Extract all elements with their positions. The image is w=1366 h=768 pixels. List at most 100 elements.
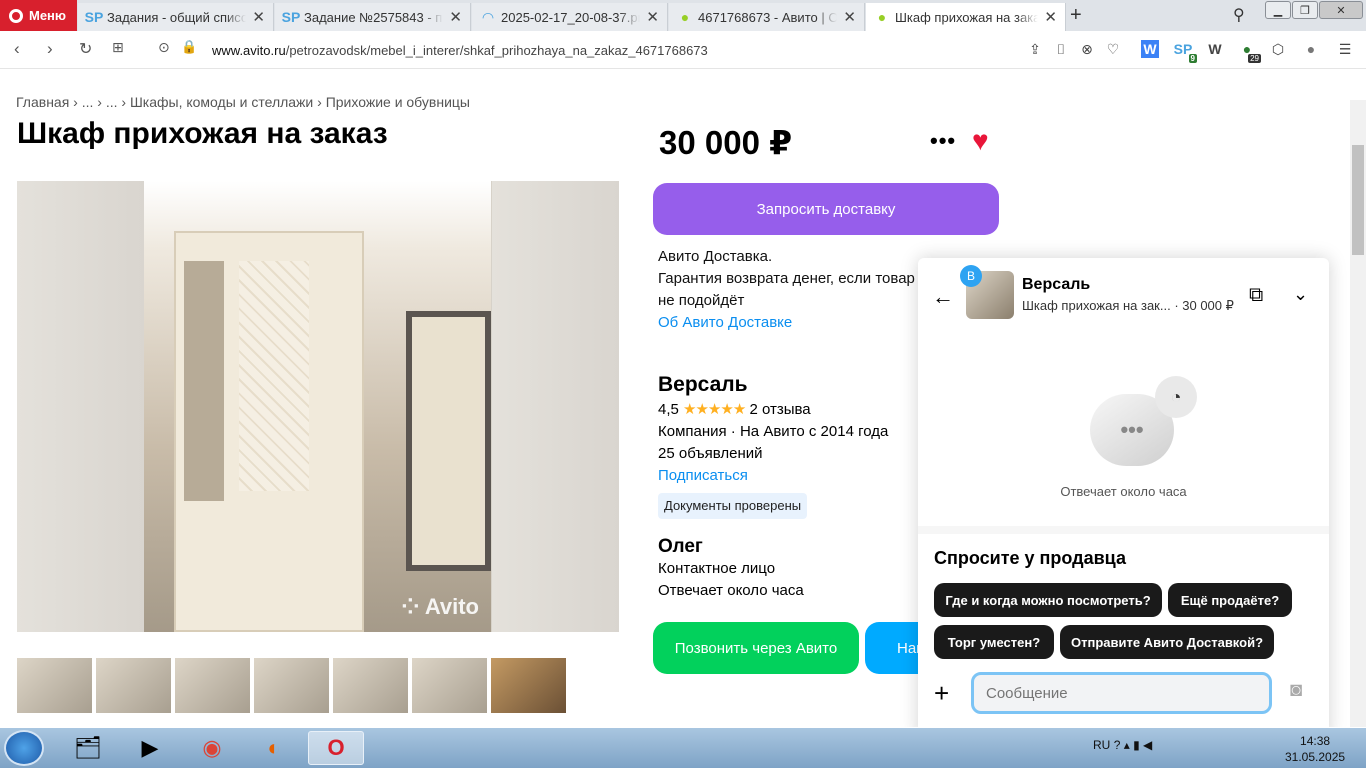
close-window-button[interactable]: ✕ bbox=[1319, 1, 1363, 19]
avito-page: Главная › ... › ... › Шкафы, комоды и ст… bbox=[0, 70, 1350, 727]
question-delivery-button[interactable]: Отправите Авито Доставкой? bbox=[1060, 625, 1274, 659]
question-bargain-button[interactable]: Торг уместен? bbox=[934, 625, 1054, 659]
thumbnail-1[interactable] bbox=[17, 658, 92, 713]
thumbnail-7[interactable] bbox=[491, 658, 566, 713]
location-icon[interactable]: ⊙ bbox=[158, 39, 170, 56]
avito-icon: ● bbox=[877, 9, 887, 25]
forward-icon[interactable]: › bbox=[47, 39, 53, 59]
gallery-blur-left bbox=[17, 181, 144, 632]
camera-icon[interactable]: ◙ bbox=[1290, 679, 1302, 702]
firefox-icon[interactable]: ◐ bbox=[246, 731, 302, 765]
back-arrow-icon[interactable]: ← bbox=[932, 284, 954, 310]
thumbnail-strip bbox=[17, 658, 566, 713]
snapshot-icon[interactable]: ⌷ bbox=[1052, 40, 1070, 58]
tab-close-icon[interactable]: ✕ bbox=[1044, 8, 1057, 26]
new-tab-icon[interactable]: + bbox=[1070, 4, 1082, 27]
tray-expand-icon[interactable]: ▴ bbox=[1124, 738, 1130, 752]
tab-close-icon[interactable]: ✕ bbox=[252, 8, 265, 26]
about-delivery-link[interactable]: Об Авито Доставке bbox=[658, 312, 928, 334]
tab-png[interactable]: ◠ 2025-02-17_20-08-37.png ✕ bbox=[472, 3, 668, 31]
tab-active-avito[interactable]: ● Шкаф прихожая на заказ ✕ bbox=[866, 3, 1066, 31]
browser-tab-strip: Меню SPЗадания - общий список з✕ SPЗадан… bbox=[0, 0, 1366, 31]
photo-gallery[interactable]: ⁘ Avito bbox=[17, 181, 619, 632]
seller-block: Версаль 4,5 ★★★★★ 2 отзыва Компания · На… bbox=[658, 374, 888, 519]
thumbnail-3[interactable] bbox=[175, 658, 250, 713]
contact-role: Контактное лицо bbox=[658, 560, 776, 577]
seller-ads-count[interactable]: 25 объявлений bbox=[658, 443, 888, 465]
image-viewer-icon: ◠ bbox=[482, 8, 494, 25]
opera-logo-icon bbox=[9, 8, 23, 23]
opera-menu-button[interactable]: Меню bbox=[0, 0, 77, 31]
lock-icon[interactable]: 🔒 bbox=[181, 39, 197, 55]
more-options-icon[interactable]: ••• bbox=[930, 128, 956, 154]
search-tabs-icon[interactable]: ⚲ bbox=[1233, 5, 1245, 25]
tab-close-icon[interactable]: ✕ bbox=[843, 8, 856, 26]
url-field[interactable]: www.avito.ru/petrozavodsk/mebel_i_intere… bbox=[212, 43, 708, 58]
rating-stars-icon: ★★★★★ bbox=[683, 401, 746, 418]
opera-taskbar-icon[interactable]: O bbox=[308, 731, 364, 765]
tab-tasks-list[interactable]: SPЗадания - общий список з✕ bbox=[78, 3, 274, 31]
media-player-icon[interactable]: ▶ bbox=[122, 731, 178, 765]
tab-close-icon[interactable]: ✕ bbox=[646, 8, 659, 26]
avito-logo-icon: ⁘ bbox=[401, 594, 420, 619]
tab-avito-ad[interactable]: ●4671768673 - Авито | Объ✕ bbox=[669, 3, 865, 31]
language-indicator[interactable]: RU bbox=[1093, 738, 1110, 752]
price: 30 000 ₽ bbox=[659, 124, 793, 161]
chat-widget: ← В Версаль Шкаф прихожая на зак... · 30… bbox=[918, 258, 1329, 727]
reviews-link[interactable]: 2 отзыва bbox=[749, 401, 810, 418]
avito-icon: ● bbox=[680, 9, 690, 25]
thumbnail-4[interactable] bbox=[254, 658, 329, 713]
reload-icon[interactable]: ↻ bbox=[79, 39, 92, 59]
tab-task-2575843[interactable]: SPЗадание №2575843 - проє✕ bbox=[275, 3, 471, 31]
attach-plus-icon[interactable]: + bbox=[934, 678, 949, 709]
chat-empty-state: ••• ◔ Отвечает около часа bbox=[928, 334, 1319, 524]
scrollbar-thumb[interactable] bbox=[1352, 145, 1364, 255]
network-icon[interactable]: ▮ bbox=[1133, 738, 1140, 752]
breadcrumb[interactable]: Главная › ... › ... › Шкафы, комоды и ст… bbox=[16, 94, 470, 110]
back-icon[interactable]: ‹ bbox=[14, 39, 20, 59]
seller-name[interactable]: Версаль bbox=[658, 374, 888, 396]
thumbnail-2[interactable] bbox=[96, 658, 171, 713]
message-input[interactable] bbox=[971, 672, 1272, 714]
open-external-icon[interactable]: ⧉ bbox=[1249, 284, 1263, 307]
bookmark-heart-icon[interactable]: ♡ bbox=[1104, 40, 1122, 58]
favorite-heart-icon[interactable]: ♥ bbox=[972, 125, 989, 157]
explorer-icon[interactable]: 🗂 bbox=[60, 731, 116, 765]
start-button[interactable] bbox=[4, 730, 44, 766]
question-still-selling-button[interactable]: Ещё продаёте? bbox=[1168, 583, 1292, 617]
ask-seller-title: Спросите у продавца bbox=[934, 548, 1126, 568]
thumbnail-6[interactable] bbox=[412, 658, 487, 713]
share-icon[interactable]: ⇪ bbox=[1026, 40, 1044, 58]
maximize-button[interactable]: ❐ bbox=[1292, 1, 1318, 19]
system-tray: RU ? ▴ ▮ ◀ bbox=[1093, 738, 1152, 752]
wiki-extension-icon[interactable]: W bbox=[1206, 40, 1224, 58]
help-icon[interactable]: ? bbox=[1114, 738, 1121, 752]
main-photo[interactable] bbox=[144, 181, 491, 632]
speed-dial-icon[interactable]: ⊞ bbox=[112, 39, 124, 56]
page-scrollbar[interactable] bbox=[1350, 100, 1366, 727]
minimize-button[interactable]: ▁ bbox=[1265, 1, 1291, 19]
question-where-when-button[interactable]: Где и когда можно посмотреть? bbox=[934, 583, 1162, 617]
easy-setup-icon[interactable]: ☰ bbox=[1336, 40, 1354, 58]
windows-taskbar: 🗂 ▶ ◉ ◐ O RU ? ▴ ▮ ◀ 14:38 31.05.2025 bbox=[0, 728, 1366, 768]
w-extension-icon[interactable]: W bbox=[1141, 40, 1159, 58]
volume-icon[interactable]: ◀ bbox=[1143, 738, 1152, 752]
request-delivery-button[interactable]: Запросить доставку bbox=[653, 183, 999, 235]
chrome-icon[interactable]: ◉ bbox=[184, 731, 240, 765]
delivery-info: Авито Доставка. Гарантия возврата денег,… bbox=[658, 246, 928, 334]
chevron-down-icon[interactable]: ⌄ bbox=[1293, 284, 1308, 305]
profile-icon[interactable]: ● bbox=[1302, 40, 1320, 58]
call-button[interactable]: Позвонить через Авито bbox=[653, 622, 859, 674]
ask-seller-section: Спросите у продавца Где и когда можно по… bbox=[918, 526, 1329, 727]
avito-watermark: ⁘ Avito bbox=[401, 594, 479, 619]
sp-icon: SP bbox=[84, 9, 104, 25]
taskbar-clock[interactable]: 14:38 31.05.2025 bbox=[1285, 733, 1345, 765]
adblock-icon[interactable]: ⊗ bbox=[1078, 40, 1096, 58]
thumbnail-5[interactable] bbox=[333, 658, 408, 713]
sp-extension-icon[interactable]: SP 9 bbox=[1174, 40, 1197, 63]
subscribe-link[interactable]: Подписаться bbox=[658, 465, 888, 487]
address-bar: ‹ › ↻ ⊞ ⊙ 🔒 www.avito.ru/petrozavodsk/me… bbox=[0, 31, 1366, 69]
green-extension-icon[interactable]: ● 29 bbox=[1238, 40, 1261, 63]
cube-extension-icon[interactable]: ⬡ bbox=[1269, 40, 1287, 58]
tab-close-icon[interactable]: ✕ bbox=[449, 8, 462, 26]
